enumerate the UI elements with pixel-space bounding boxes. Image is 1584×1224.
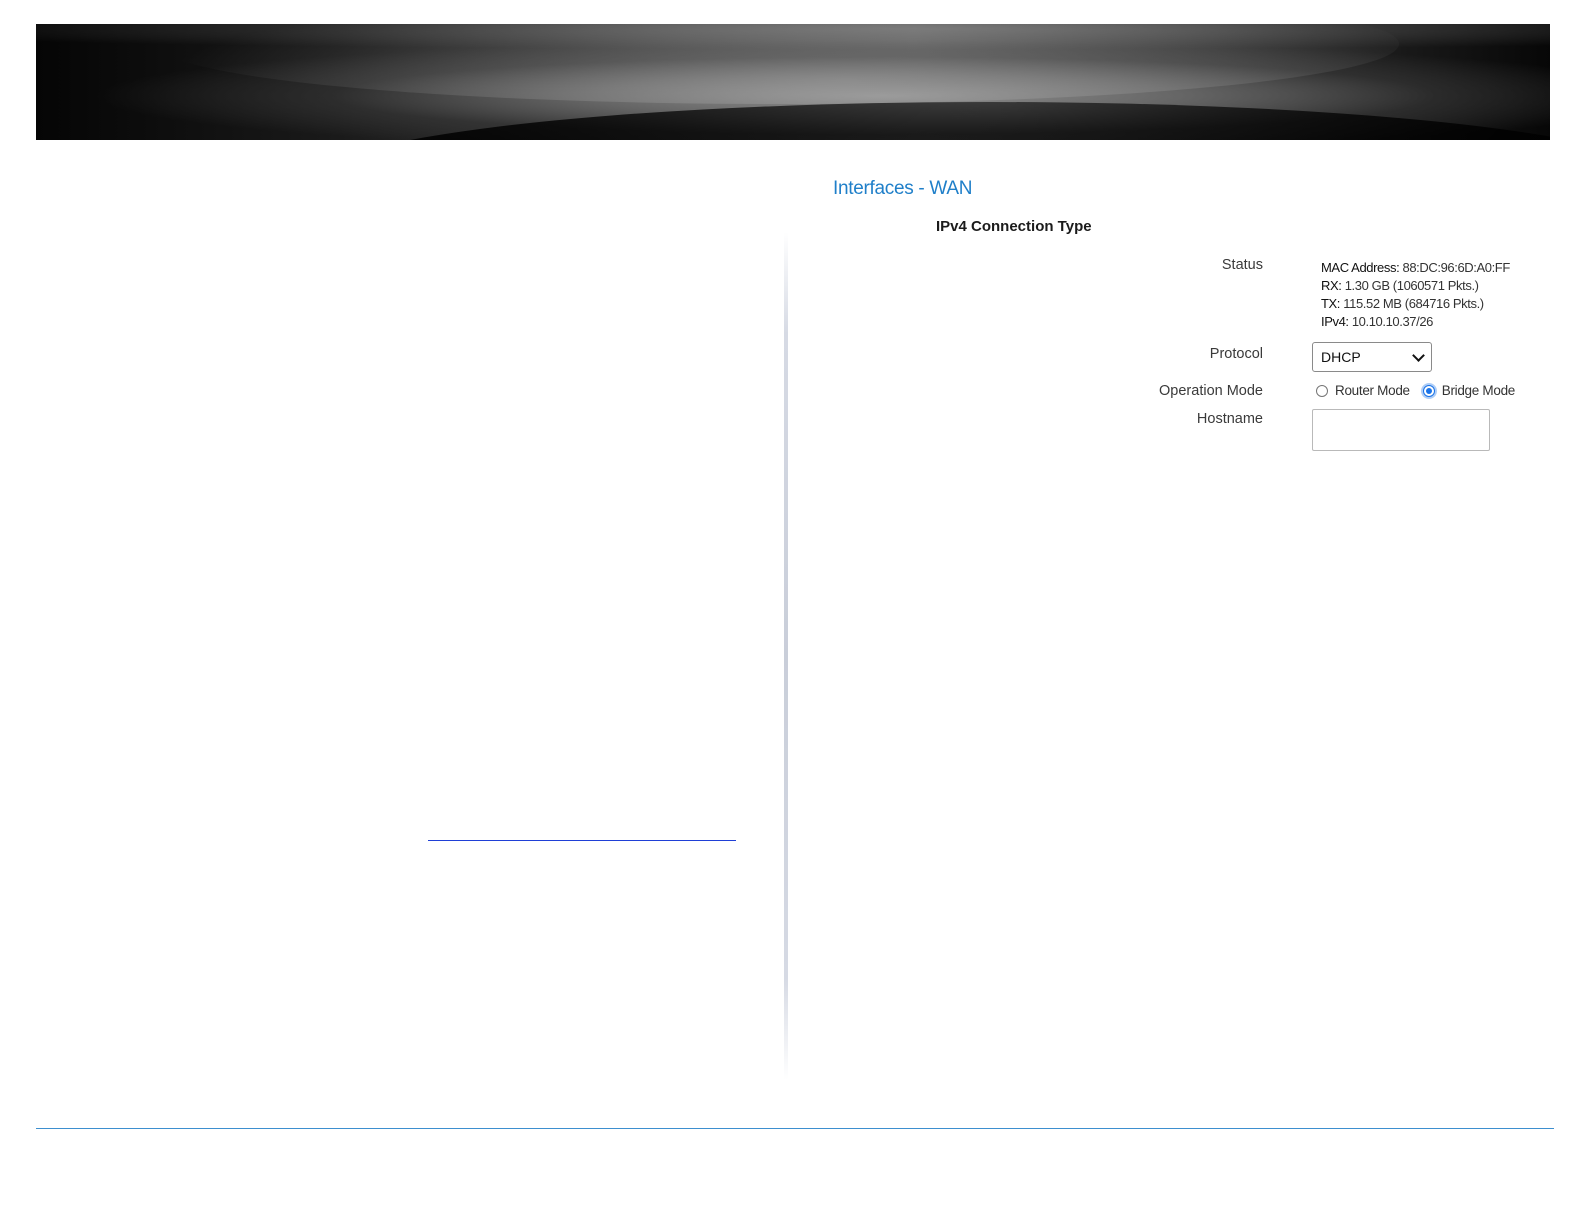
- column-divider: [784, 232, 788, 1080]
- ipv4-value: 10.10.10.37/26: [1351, 314, 1434, 329]
- ipv4-key: IPv4:: [1321, 314, 1349, 329]
- mac-address-value: 88:DC:96:6D:A0:FF: [1402, 260, 1511, 275]
- rx-value: 1.30 GB (1060571 Pkts.): [1344, 278, 1479, 293]
- router-mode-radio[interactable]: [1316, 384, 1328, 397]
- protocol-selected-value: DHCP: [1321, 349, 1361, 365]
- rx-key: RX:: [1321, 278, 1342, 293]
- header-banner: [36, 24, 1550, 140]
- operation-mode-radio-group: Router Mode Bridge Mode: [1316, 383, 1515, 398]
- link-underline: [428, 840, 736, 841]
- protocol-label: Protocol: [1209, 346, 1263, 362]
- router-mode-label[interactable]: Router Mode: [1335, 383, 1410, 398]
- header-banner-arc: [308, 102, 1550, 140]
- bridge-mode-label[interactable]: Bridge Mode: [1442, 383, 1516, 398]
- hostname-label: Hostname: [1196, 411, 1263, 427]
- status-ipv4-line: IPv4: 10.10.10.37/26: [1321, 313, 1510, 331]
- status-tx-line: TX: 115.52 MB (684716 Pkts.): [1321, 295, 1510, 313]
- footer-rule: [36, 1128, 1554, 1129]
- page-title: Interfaces - WAN: [833, 178, 973, 199]
- section-heading: IPv4 Connection Type: [936, 218, 1092, 235]
- bridge-mode-radio[interactable]: [1422, 384, 1435, 397]
- bridge-mode-option[interactable]: Bridge Mode: [1422, 383, 1516, 398]
- status-block: MAC Address: 88:DC:96:6D:A0:FF RX: 1.30 …: [1321, 259, 1510, 331]
- operation-mode-label: Operation Mode: [1159, 383, 1263, 399]
- protocol-select[interactable]: DHCP: [1312, 342, 1432, 372]
- hostname-input[interactable]: [1312, 409, 1490, 451]
- mac-address-key: MAC Address:: [1321, 260, 1400, 275]
- status-label: Status: [1221, 257, 1263, 273]
- chevron-down-icon: [1412, 348, 1425, 362]
- tx-value: 115.52 MB (684716 Pkts.): [1343, 296, 1484, 311]
- status-mac-line: MAC Address: 88:DC:96:6D:A0:FF: [1321, 259, 1510, 277]
- router-mode-option[interactable]: Router Mode: [1316, 383, 1410, 398]
- status-rx-line: RX: 1.30 GB (1060571 Pkts.): [1321, 277, 1510, 295]
- header-banner-shine: [157, 24, 1399, 104]
- tx-key: TX:: [1321, 296, 1341, 311]
